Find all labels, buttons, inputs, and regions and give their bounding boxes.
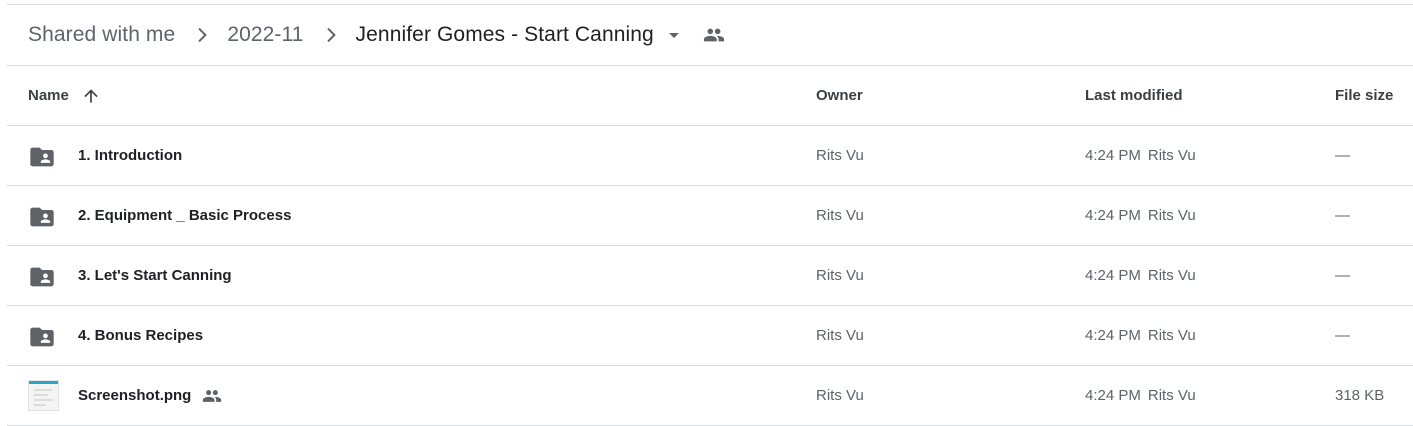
- modified-time: 4:24 PM: [1085, 207, 1141, 224]
- column-header-last-modified[interactable]: Last modified: [1085, 66, 1183, 125]
- modified-by: Rits Vu: [1147, 327, 1196, 344]
- file-name: 2. Equipment _ Basic Process: [78, 207, 292, 224]
- column-header-name-label: Name: [28, 87, 69, 104]
- file-last-modified: 4:24 PM Rits Vu: [1085, 126, 1196, 185]
- image-thumbnail: [28, 380, 59, 411]
- modified-time: 4:24 PM: [1085, 147, 1141, 164]
- chevron-right-icon: [189, 23, 213, 47]
- top-divider: [7, 4, 1413, 5]
- file-size: —: [1335, 327, 1350, 344]
- file-last-modified: 4:24 PM Rits Vu: [1085, 186, 1196, 245]
- breadcrumb-2022-11[interactable]: 2022-11: [227, 23, 303, 47]
- list-item[interactable]: 3. Let's Start Canning Rits Vu 4:24 PM R…: [7, 245, 1413, 305]
- chevron-right-icon: [318, 23, 342, 47]
- column-header-file-size[interactable]: File size: [1335, 66, 1393, 125]
- file-name: 3. Let's Start Canning: [78, 267, 232, 284]
- file-owner: Rits Vu: [816, 147, 864, 164]
- file-size: —: [1335, 267, 1350, 284]
- breadcrumb-current-folder[interactable]: Jennifer Gomes - Start Canning: [356, 23, 654, 47]
- list-item[interactable]: 2. Equipment _ Basic Process Rits Vu 4:2…: [7, 185, 1413, 245]
- file-owner: Rits Vu: [816, 387, 864, 404]
- file-owner: Rits Vu: [816, 267, 864, 284]
- list-item[interactable]: 1. Introduction Rits Vu 4:24 PM Rits Vu …: [7, 125, 1413, 185]
- file-name-cell: Screenshot.png: [78, 366, 223, 425]
- arrow-upward-icon[interactable]: [81, 86, 101, 106]
- modified-by: Rits Vu: [1147, 267, 1196, 284]
- modified-time: 4:24 PM: [1085, 327, 1141, 344]
- shared-folder-icon: [28, 263, 56, 291]
- breadcrumb: Shared with me 2022-11 Jennifer Gomes - …: [28, 16, 726, 54]
- file-size: —: [1335, 207, 1350, 224]
- shared-folder-icon: [28, 323, 56, 351]
- file-last-modified: 4:24 PM Rits Vu: [1085, 306, 1196, 365]
- shared-folder-icon: [28, 143, 56, 171]
- list-item[interactable]: 4. Bonus Recipes Rits Vu 4:24 PM Rits Vu…: [7, 305, 1413, 365]
- file-owner: Rits Vu: [816, 207, 864, 224]
- list-item[interactable]: Screenshot.png Rits Vu 4:24 PM Rits Vu 3…: [7, 365, 1413, 426]
- column-header-owner[interactable]: Owner: [816, 66, 863, 125]
- file-last-modified: 4:24 PM Rits Vu: [1085, 246, 1196, 305]
- file-last-modified: 4:24 PM Rits Vu: [1085, 366, 1196, 425]
- modified-time: 4:24 PM: [1085, 267, 1141, 284]
- people-icon: [702, 23, 726, 47]
- file-size: —: [1335, 147, 1350, 164]
- column-header-row: Name Owner Last modified File size: [0, 66, 1413, 125]
- file-name: Screenshot.png: [78, 387, 192, 404]
- file-size: 318 KB: [1335, 387, 1385, 404]
- file-name: 4. Bonus Recipes: [78, 327, 204, 344]
- arrow-drop-down-icon[interactable]: [662, 23, 686, 47]
- people-icon: [201, 386, 223, 406]
- file-list: 1. Introduction Rits Vu 4:24 PM Rits Vu …: [7, 125, 1413, 426]
- shared-folder-icon: [28, 203, 56, 231]
- file-name: 1. Introduction: [78, 147, 183, 164]
- file-owner: Rits Vu: [816, 327, 864, 344]
- modified-by: Rits Vu: [1147, 147, 1196, 164]
- breadcrumb-shared-with-me[interactable]: Shared with me: [28, 23, 175, 47]
- modified-by: Rits Vu: [1147, 387, 1196, 404]
- modified-by: Rits Vu: [1147, 207, 1196, 224]
- column-header-name[interactable]: Name: [28, 66, 101, 125]
- drive-file-list: Shared with me 2022-11 Jennifer Gomes - …: [0, 0, 1413, 426]
- modified-time: 4:24 PM: [1085, 387, 1141, 404]
